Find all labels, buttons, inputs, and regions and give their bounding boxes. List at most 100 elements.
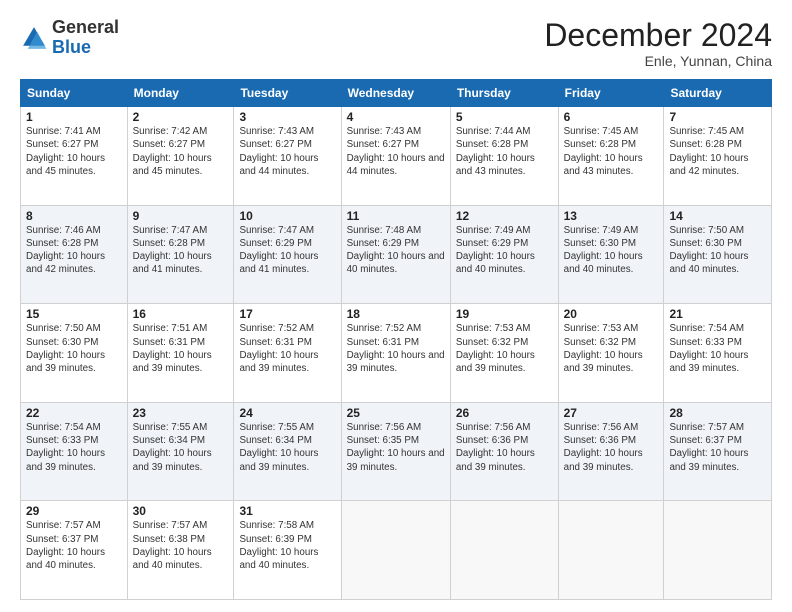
day-info: Sunrise: 7:53 AM Sunset: 6:32 PM Dayligh… xyxy=(564,322,659,375)
calendar-cell: 14Sunrise: 7:50 AM Sunset: 6:30 PM Dayli… xyxy=(664,205,772,304)
day-info: Sunrise: 7:41 AM Sunset: 6:27 PM Dayligh… xyxy=(26,125,122,178)
day-number: 26 xyxy=(456,406,553,420)
day-info: Sunrise: 7:43 AM Sunset: 6:27 PM Dayligh… xyxy=(239,125,335,178)
day-info: Sunrise: 7:45 AM Sunset: 6:28 PM Dayligh… xyxy=(669,125,766,178)
day-number: 2 xyxy=(133,110,229,124)
day-number: 15 xyxy=(26,307,122,321)
calendar-cell: 27Sunrise: 7:56 AM Sunset: 6:36 PM Dayli… xyxy=(558,402,664,501)
calendar-cell: 9Sunrise: 7:47 AM Sunset: 6:28 PM Daylig… xyxy=(127,205,234,304)
day-info: Sunrise: 7:50 AM Sunset: 6:30 PM Dayligh… xyxy=(669,224,766,277)
day-info: Sunrise: 7:42 AM Sunset: 6:27 PM Dayligh… xyxy=(133,125,229,178)
day-info: Sunrise: 7:57 AM Sunset: 6:38 PM Dayligh… xyxy=(133,519,229,572)
day-number: 24 xyxy=(239,406,335,420)
day-number: 30 xyxy=(133,504,229,518)
logo-blue: Blue xyxy=(52,37,91,57)
day-info: Sunrise: 7:55 AM Sunset: 6:34 PM Dayligh… xyxy=(133,421,229,474)
month-title: December 2024 xyxy=(544,18,772,53)
day-number: 7 xyxy=(669,110,766,124)
location-subtitle: Enle, Yunnan, China xyxy=(544,53,772,69)
day-info: Sunrise: 7:54 AM Sunset: 6:33 PM Dayligh… xyxy=(669,322,766,375)
day-number: 21 xyxy=(669,307,766,321)
day-info: Sunrise: 7:49 AM Sunset: 6:29 PM Dayligh… xyxy=(456,224,553,277)
calendar-cell xyxy=(341,501,450,600)
calendar-cell: 10Sunrise: 7:47 AM Sunset: 6:29 PM Dayli… xyxy=(234,205,341,304)
calendar-cell: 24Sunrise: 7:55 AM Sunset: 6:34 PM Dayli… xyxy=(234,402,341,501)
calendar-cell: 5Sunrise: 7:44 AM Sunset: 6:28 PM Daylig… xyxy=(450,107,558,206)
calendar-cell: 4Sunrise: 7:43 AM Sunset: 6:27 PM Daylig… xyxy=(341,107,450,206)
calendar-cell: 28Sunrise: 7:57 AM Sunset: 6:37 PM Dayli… xyxy=(664,402,772,501)
day-header-wednesday: Wednesday xyxy=(341,80,450,107)
calendar-cell: 21Sunrise: 7:54 AM Sunset: 6:33 PM Dayli… xyxy=(664,304,772,403)
calendar-cell: 30Sunrise: 7:57 AM Sunset: 6:38 PM Dayli… xyxy=(127,501,234,600)
day-number: 1 xyxy=(26,110,122,124)
day-info: Sunrise: 7:47 AM Sunset: 6:29 PM Dayligh… xyxy=(239,224,335,277)
calendar-cell: 17Sunrise: 7:52 AM Sunset: 6:31 PM Dayli… xyxy=(234,304,341,403)
day-number: 18 xyxy=(347,307,445,321)
day-number: 6 xyxy=(564,110,659,124)
logo: General Blue xyxy=(20,18,119,58)
calendar-cell: 8Sunrise: 7:46 AM Sunset: 6:28 PM Daylig… xyxy=(21,205,128,304)
calendar-cell: 15Sunrise: 7:50 AM Sunset: 6:30 PM Dayli… xyxy=(21,304,128,403)
day-info: Sunrise: 7:53 AM Sunset: 6:32 PM Dayligh… xyxy=(456,322,553,375)
calendar-cell: 3Sunrise: 7:43 AM Sunset: 6:27 PM Daylig… xyxy=(234,107,341,206)
day-number: 14 xyxy=(669,209,766,223)
day-number: 29 xyxy=(26,504,122,518)
day-header-friday: Friday xyxy=(558,80,664,107)
day-info: Sunrise: 7:47 AM Sunset: 6:28 PM Dayligh… xyxy=(133,224,229,277)
day-number: 9 xyxy=(133,209,229,223)
calendar-cell: 7Sunrise: 7:45 AM Sunset: 6:28 PM Daylig… xyxy=(664,107,772,206)
day-number: 25 xyxy=(347,406,445,420)
day-info: Sunrise: 7:56 AM Sunset: 6:35 PM Dayligh… xyxy=(347,421,445,474)
calendar-cell: 23Sunrise: 7:55 AM Sunset: 6:34 PM Dayli… xyxy=(127,402,234,501)
day-number: 28 xyxy=(669,406,766,420)
day-number: 22 xyxy=(26,406,122,420)
day-header-sunday: Sunday xyxy=(21,80,128,107)
day-info: Sunrise: 7:56 AM Sunset: 6:36 PM Dayligh… xyxy=(564,421,659,474)
calendar-cell: 29Sunrise: 7:57 AM Sunset: 6:37 PM Dayli… xyxy=(21,501,128,600)
day-header-tuesday: Tuesday xyxy=(234,80,341,107)
calendar-cell: 25Sunrise: 7:56 AM Sunset: 6:35 PM Dayli… xyxy=(341,402,450,501)
calendar-cell: 18Sunrise: 7:52 AM Sunset: 6:31 PM Dayli… xyxy=(341,304,450,403)
day-header-saturday: Saturday xyxy=(664,80,772,107)
day-info: Sunrise: 7:55 AM Sunset: 6:34 PM Dayligh… xyxy=(239,421,335,474)
day-info: Sunrise: 7:52 AM Sunset: 6:31 PM Dayligh… xyxy=(347,322,445,375)
calendar-cell: 31Sunrise: 7:58 AM Sunset: 6:39 PM Dayli… xyxy=(234,501,341,600)
day-info: Sunrise: 7:49 AM Sunset: 6:30 PM Dayligh… xyxy=(564,224,659,277)
day-number: 13 xyxy=(564,209,659,223)
calendar-table: SundayMondayTuesdayWednesdayThursdayFrid… xyxy=(20,79,772,600)
day-number: 17 xyxy=(239,307,335,321)
day-number: 31 xyxy=(239,504,335,518)
calendar-cell: 13Sunrise: 7:49 AM Sunset: 6:30 PM Dayli… xyxy=(558,205,664,304)
calendar-cell: 20Sunrise: 7:53 AM Sunset: 6:32 PM Dayli… xyxy=(558,304,664,403)
day-number: 8 xyxy=(26,209,122,223)
day-number: 11 xyxy=(347,209,445,223)
day-info: Sunrise: 7:43 AM Sunset: 6:27 PM Dayligh… xyxy=(347,125,445,178)
day-info: Sunrise: 7:46 AM Sunset: 6:28 PM Dayligh… xyxy=(26,224,122,277)
calendar-cell: 1Sunrise: 7:41 AM Sunset: 6:27 PM Daylig… xyxy=(21,107,128,206)
day-number: 23 xyxy=(133,406,229,420)
day-number: 5 xyxy=(456,110,553,124)
day-info: Sunrise: 7:45 AM Sunset: 6:28 PM Dayligh… xyxy=(564,125,659,178)
calendar-cell: 22Sunrise: 7:54 AM Sunset: 6:33 PM Dayli… xyxy=(21,402,128,501)
day-number: 4 xyxy=(347,110,445,124)
calendar-cell: 19Sunrise: 7:53 AM Sunset: 6:32 PM Dayli… xyxy=(450,304,558,403)
calendar-cell: 2Sunrise: 7:42 AM Sunset: 6:27 PM Daylig… xyxy=(127,107,234,206)
logo-icon xyxy=(20,24,48,52)
header: General Blue December 2024 Enle, Yunnan,… xyxy=(20,18,772,69)
day-info: Sunrise: 7:51 AM Sunset: 6:31 PM Dayligh… xyxy=(133,322,229,375)
day-header-monday: Monday xyxy=(127,80,234,107)
logo-text: General Blue xyxy=(52,18,119,58)
day-number: 10 xyxy=(239,209,335,223)
calendar-cell: 12Sunrise: 7:49 AM Sunset: 6:29 PM Dayli… xyxy=(450,205,558,304)
title-block: December 2024 Enle, Yunnan, China xyxy=(544,18,772,69)
day-number: 19 xyxy=(456,307,553,321)
calendar-cell: 16Sunrise: 7:51 AM Sunset: 6:31 PM Dayli… xyxy=(127,304,234,403)
calendar-cell xyxy=(664,501,772,600)
day-number: 16 xyxy=(133,307,229,321)
day-info: Sunrise: 7:44 AM Sunset: 6:28 PM Dayligh… xyxy=(456,125,553,178)
logo-general: General xyxy=(52,17,119,37)
calendar-cell xyxy=(558,501,664,600)
day-info: Sunrise: 7:57 AM Sunset: 6:37 PM Dayligh… xyxy=(26,519,122,572)
day-info: Sunrise: 7:57 AM Sunset: 6:37 PM Dayligh… xyxy=(669,421,766,474)
day-info: Sunrise: 7:50 AM Sunset: 6:30 PM Dayligh… xyxy=(26,322,122,375)
